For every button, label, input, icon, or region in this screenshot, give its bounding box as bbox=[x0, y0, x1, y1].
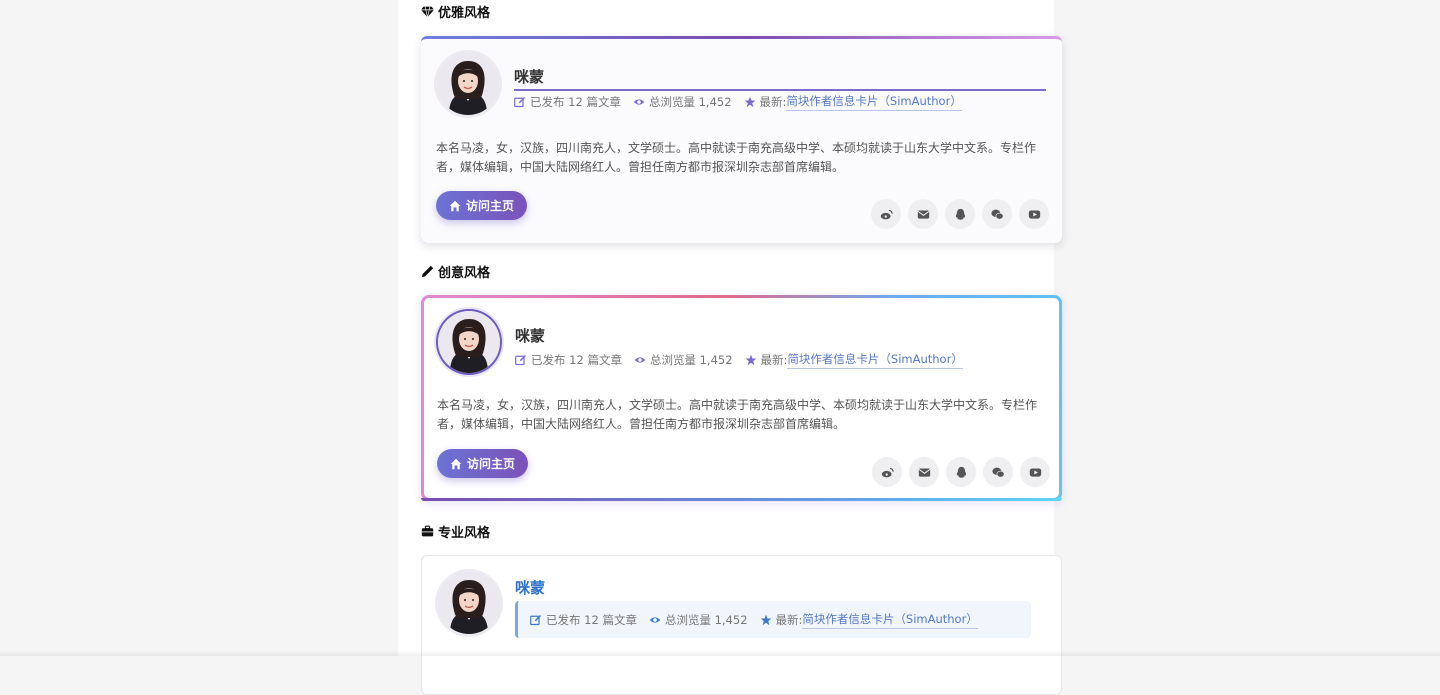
wechat-icon bbox=[990, 209, 1004, 220]
star-icon bbox=[760, 614, 771, 625]
mail-icon bbox=[917, 209, 929, 219]
section-title-text: 专业风格 bbox=[438, 526, 491, 541]
avatar[interactable] bbox=[438, 311, 500, 373]
views-text: 总浏览量 1,452 bbox=[648, 95, 732, 109]
latest-article: 最新: 简块作者信息卡片（SimAuthor） bbox=[744, 93, 962, 111]
author-card-professional: 咪蒙 已发布 12 篇文章 总浏览量 1,452 最新: 简块作者信息卡片（Si… bbox=[421, 555, 1062, 695]
edit-icon bbox=[530, 614, 542, 625]
section-title-text: 创意风格 bbox=[438, 266, 491, 281]
view-count: 总浏览量 1,452 bbox=[649, 612, 748, 628]
wechat-button[interactable] bbox=[982, 199, 1012, 229]
mail-button[interactable] bbox=[909, 457, 939, 487]
published-text: 已发布 12 篇文章 bbox=[531, 353, 622, 367]
author-name[interactable]: 咪蒙 bbox=[514, 66, 1046, 91]
latest-article-link[interactable]: 简块作者信息卡片（SimAuthor） bbox=[802, 611, 978, 629]
youtube-button[interactable] bbox=[1019, 199, 1049, 229]
section-title-elegant: 优雅风格 bbox=[421, 2, 490, 21]
latest-prefix: 最新: bbox=[760, 353, 788, 367]
visit-homepage-button[interactable]: 访问主页 bbox=[437, 449, 529, 478]
author-bio: 本名马凌，女，汉族，四川南充人，文学硕士。高中就读于南充高级中学、本硕均就读于山… bbox=[437, 398, 1038, 431]
youtube-icon bbox=[1029, 467, 1041, 477]
author-name[interactable]: 咪蒙 bbox=[515, 325, 545, 346]
author-meta: 已发布 12 篇文章 总浏览量 1,452 最新: 简块作者信息卡片（SimAu… bbox=[515, 351, 975, 369]
views-text: 总浏览量 1,452 bbox=[664, 612, 748, 627]
published-count: 已发布 12 篇文章 bbox=[514, 94, 621, 110]
avatar-image bbox=[437, 53, 499, 115]
published-count: 已发布 12 篇文章 bbox=[530, 612, 637, 628]
edit-icon bbox=[515, 354, 527, 366]
diamond-icon bbox=[421, 6, 434, 18]
latest-article-link[interactable]: 简块作者信息卡片（SimAuthor） bbox=[786, 93, 962, 111]
latest-article: 最新: 简块作者信息卡片（SimAuthor） bbox=[760, 611, 978, 629]
avatar[interactable] bbox=[438, 572, 500, 634]
published-text: 已发布 12 篇文章 bbox=[546, 612, 637, 627]
author-card-creative: 咪蒙 已发布 12 篇文章 总浏览量 1,452 最新: 简块作者信息卡片（Si… bbox=[421, 295, 1062, 501]
author-bio: 本名马凌，女，汉族，四川南充人，文学硕士。高中就读于南充高级中学、本硕均就读于山… bbox=[436, 141, 1037, 174]
mail-button[interactable] bbox=[908, 199, 938, 229]
weibo-icon bbox=[880, 209, 893, 219]
social-links bbox=[872, 457, 1050, 487]
published-count: 已发布 12 篇文章 bbox=[515, 352, 622, 368]
weibo-button[interactable] bbox=[872, 457, 902, 487]
weibo-icon bbox=[881, 467, 894, 477]
avatar-image bbox=[438, 311, 500, 373]
latest-prefix: 最新: bbox=[759, 95, 787, 109]
home-icon bbox=[450, 458, 462, 469]
weibo-button[interactable] bbox=[871, 199, 901, 229]
author-meta: 已发布 12 篇文章 总浏览量 1,452 最新: 简块作者信息卡片（SimAu… bbox=[514, 93, 974, 111]
qq-button[interactable] bbox=[945, 199, 975, 229]
avatar[interactable] bbox=[437, 53, 499, 115]
author-meta: 已发布 12 篇文章 总浏览量 1,452 最新: 简块作者信息卡片（SimAu… bbox=[515, 601, 1031, 638]
wechat-icon bbox=[991, 467, 1005, 478]
briefcase-icon bbox=[421, 525, 434, 537]
qq-button[interactable] bbox=[946, 457, 976, 487]
edit-icon bbox=[514, 96, 526, 108]
view-count: 总浏览量 1,452 bbox=[633, 94, 732, 110]
author-name[interactable]: 咪蒙 bbox=[515, 577, 545, 598]
latest-prefix: 最新: bbox=[775, 612, 803, 627]
latest-article-link[interactable]: 简块作者信息卡片（SimAuthor） bbox=[787, 351, 963, 369]
wechat-button[interactable] bbox=[983, 457, 1013, 487]
avatar-image bbox=[438, 572, 500, 634]
qq-icon bbox=[955, 208, 965, 220]
visit-button-label: 访问主页 bbox=[466, 199, 515, 213]
latest-article: 最新: 简块作者信息卡片（SimAuthor） bbox=[745, 351, 963, 369]
section-title-professional: 专业风格 bbox=[421, 522, 490, 541]
star-icon bbox=[745, 354, 756, 366]
pencil-icon bbox=[421, 265, 434, 278]
views-text: 总浏览量 1,452 bbox=[649, 353, 733, 367]
mail-icon bbox=[918, 467, 930, 477]
author-card-elegant: 咪蒙 已发布 12 篇文章 总浏览量 1,452 最新: 简块作者信息卡片（Si… bbox=[421, 36, 1062, 243]
eye-icon bbox=[649, 616, 661, 623]
section-title-creative: 创意风格 bbox=[421, 262, 490, 281]
published-text: 已发布 12 篇文章 bbox=[530, 95, 621, 109]
social-links bbox=[871, 199, 1049, 229]
youtube-icon bbox=[1028, 209, 1040, 219]
visit-button-label: 访问主页 bbox=[467, 457, 516, 471]
star-icon bbox=[744, 96, 755, 108]
visit-homepage-button[interactable]: 访问主页 bbox=[436, 191, 528, 220]
home-icon bbox=[449, 200, 461, 211]
bottom-shadow bbox=[0, 650, 1440, 656]
view-count: 总浏览量 1,452 bbox=[634, 352, 733, 368]
section-title-text: 优雅风格 bbox=[438, 6, 491, 21]
eye-icon bbox=[633, 99, 645, 105]
qq-icon bbox=[956, 466, 966, 478]
eye-icon bbox=[634, 357, 646, 363]
youtube-button[interactable] bbox=[1020, 457, 1050, 487]
